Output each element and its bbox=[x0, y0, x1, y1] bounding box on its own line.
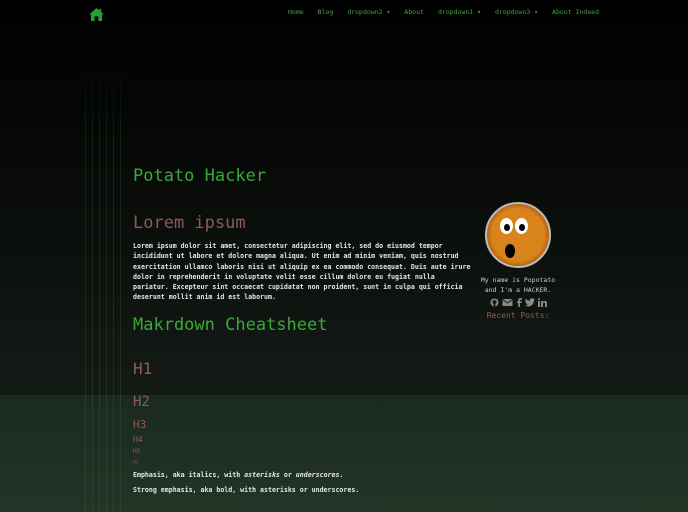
strong-line: Strong emphasis, aka bold, with asterisk… bbox=[133, 485, 360, 494]
site-title: Potato Hacker bbox=[133, 166, 267, 186]
lorem-paragraph: Lorem ipsum dolor sit amet, consectetur … bbox=[133, 242, 471, 302]
navbar: Home Blog dropdown2 ▾ About dropdown1 ▾ … bbox=[0, 0, 688, 28]
heading-h1: H1 bbox=[133, 358, 153, 378]
sidebar: My name is Popotato and I'm a HACKER. Re… bbox=[478, 202, 558, 320]
emphasis-end: . bbox=[339, 470, 344, 479]
avatar-eye bbox=[515, 218, 528, 234]
nav-dropdown3[interactable]: dropdown3 ▾ bbox=[495, 8, 538, 16]
avatar-mouth bbox=[505, 244, 515, 258]
social-links bbox=[478, 298, 558, 307]
linkedin-icon[interactable] bbox=[537, 298, 547, 307]
heading-h2: H2 bbox=[133, 393, 150, 410]
twitter-icon[interactable] bbox=[524, 298, 535, 307]
heading-h5: H5 bbox=[133, 447, 141, 455]
email-icon[interactable] bbox=[501, 298, 513, 307]
nav-home[interactable]: Home bbox=[288, 8, 304, 16]
main-content: Potato Hacker Lorem ipsum Lorem ipsum do… bbox=[133, 166, 473, 501]
home-icon[interactable] bbox=[89, 8, 104, 21]
github-icon[interactable] bbox=[489, 298, 499, 307]
nav-about[interactable]: About bbox=[404, 8, 424, 16]
avatar-eye bbox=[500, 218, 513, 234]
nav-menu: Home Blog dropdown2 ▾ About dropdown1 ▾ … bbox=[288, 8, 599, 16]
nav-dropdown1[interactable]: dropdown1 ▾ bbox=[438, 8, 481, 16]
emphasis-underscores: underscores bbox=[295, 470, 340, 479]
nav-dropdown2[interactable]: dropdown2 ▾ bbox=[347, 8, 390, 16]
lorem-heading: Lorem ipsum bbox=[133, 213, 246, 233]
emphasis-or: or bbox=[279, 470, 296, 479]
heading-h4: H4 bbox=[133, 434, 143, 444]
emphasis-text: Emphasis, aka italics, with bbox=[133, 470, 245, 479]
matrix-rain-decoration bbox=[82, 55, 124, 512]
bio-text: My name is Popotato and I'm a HACKER. bbox=[480, 276, 556, 294]
avatar bbox=[485, 202, 551, 268]
nav-about-indeed[interactable]: About Indeed bbox=[552, 8, 599, 16]
heading-h3: H3 bbox=[133, 417, 147, 431]
facebook-icon[interactable] bbox=[516, 298, 522, 307]
heading-h6: H6 bbox=[133, 459, 140, 466]
recent-posts-heading: Recent Posts: bbox=[486, 311, 550, 320]
cheatsheet-heading: Makrdown Cheatsheet bbox=[133, 314, 328, 335]
emphasis-asterisks: asterisks bbox=[244, 470, 280, 479]
nav-blog[interactable]: Blog bbox=[318, 8, 334, 16]
emphasis-line: Emphasis, aka italics, with asterisks or… bbox=[133, 471, 473, 479]
